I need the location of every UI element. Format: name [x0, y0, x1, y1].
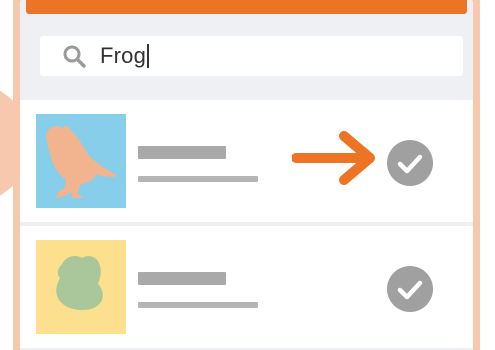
list-item[interactable] [20, 226, 473, 348]
check-circle-icon[interactable] [387, 266, 433, 312]
search-area: Frog [20, 14, 473, 98]
item-title-placeholder [138, 272, 226, 285]
item-subtitle-placeholder [138, 176, 258, 182]
bird-silhouette-icon [36, 114, 126, 208]
text-caret [147, 44, 150, 68]
search-input[interactable]: Frog [40, 36, 463, 76]
frog-silhouette-icon [36, 240, 126, 334]
results-list [20, 100, 473, 350]
arrow-right-icon [292, 131, 375, 185]
header-bar [26, 0, 467, 14]
list-item[interactable] [20, 100, 473, 222]
item-subtitle-placeholder [138, 302, 258, 308]
search-panel: Frog [20, 0, 473, 350]
search-icon [63, 45, 86, 68]
app-screen: Frog [0, 0, 495, 350]
item-title-placeholder [138, 146, 226, 159]
search-query-text: Frog [100, 43, 147, 68]
check-circle-icon[interactable] [387, 140, 433, 186]
